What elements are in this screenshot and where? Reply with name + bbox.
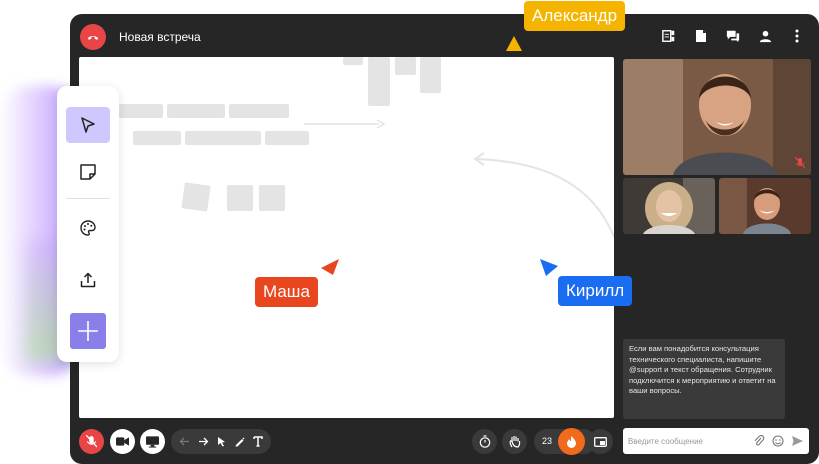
timer-button[interactable] [472, 429, 497, 454]
cursor-kirill-icon [540, 259, 558, 276]
cursor-tool-icon[interactable] [217, 436, 226, 447]
meeting-window: Новая встреча Если вам понадобится консу… [70, 14, 819, 464]
pip-icon [594, 436, 607, 447]
fire-icon [567, 436, 576, 448]
cursor-label-alexander: Александр [524, 1, 626, 31]
timer-icon [479, 435, 490, 448]
whiteboard-toolbar [57, 86, 119, 362]
toolbar-divider [66, 198, 110, 199]
mic-off-icon [86, 435, 97, 448]
upload-button[interactable] [66, 262, 110, 298]
video-main-participant[interactable] [623, 59, 811, 175]
board-arrows [304, 119, 614, 238]
chat-input[interactable]: Введите сообщение [623, 428, 809, 454]
document-icon[interactable] [691, 26, 711, 46]
cursor-alexander-icon [506, 36, 522, 51]
header-actions [659, 26, 807, 46]
camera-icon [116, 437, 129, 446]
add-icon [78, 321, 98, 341]
add-button[interactable] [70, 313, 106, 349]
app-stage: Новая встреча Если вам понадобится консу… [0, 0, 819, 464]
reactions-group: 23 [534, 428, 596, 455]
video-panel [623, 59, 811, 234]
text-tool-icon[interactable] [253, 436, 263, 447]
end-call-button[interactable] [80, 24, 106, 50]
cursor-label-masha: Маша [255, 277, 318, 307]
chat-input-placeholder: Введите сообщение [628, 436, 703, 446]
pen-tool-icon[interactable] [234, 436, 245, 447]
send-icon[interactable] [791, 435, 804, 447]
screen-share-button[interactable] [140, 429, 165, 454]
chat-message: Если вам понадобится консультация технич… [623, 339, 785, 419]
video-participant-man[interactable] [719, 178, 811, 234]
reaction-count: 23 [542, 436, 553, 446]
camera-button[interactable] [110, 429, 135, 454]
meeting-title: Новая встреча [119, 30, 201, 44]
person-icon[interactable] [755, 26, 775, 46]
palette-button[interactable] [66, 210, 110, 246]
emoji-icon[interactable] [772, 435, 784, 447]
pointer-icon [81, 117, 95, 133]
undo-arrow-icon[interactable] [179, 437, 190, 446]
video-participant-woman[interactable] [623, 178, 715, 234]
palette-icon [80, 220, 96, 236]
pointer-tool-button[interactable] [66, 107, 110, 143]
attach-icon[interactable] [753, 435, 765, 447]
redo-arrow-icon[interactable] [198, 437, 209, 446]
muted-mic-icon [795, 157, 805, 169]
fire-reaction-button[interactable] [558, 428, 585, 455]
mic-toggle-button[interactable] [79, 429, 104, 454]
chat-icon[interactable] [723, 26, 743, 46]
sticky-note-button[interactable] [66, 154, 110, 190]
sticky-note-icon [80, 164, 96, 180]
screen-icon [146, 435, 159, 448]
more-icon[interactable] [787, 26, 807, 46]
bottom-controls: 23 [79, 428, 614, 456]
cursor-masha-icon [321, 259, 339, 275]
cursor-label-kirill: Кирилл [558, 276, 633, 306]
hand-icon [509, 436, 520, 448]
picture-in-picture-button[interactable] [588, 429, 613, 454]
upload-icon [80, 272, 96, 288]
raise-hand-button[interactable] [502, 429, 527, 454]
whiteboard-canvas[interactable] [79, 57, 614, 418]
drawing-toolbar [171, 429, 271, 454]
board-icon[interactable] [659, 26, 679, 46]
phone-hangup-icon [87, 35, 99, 40]
